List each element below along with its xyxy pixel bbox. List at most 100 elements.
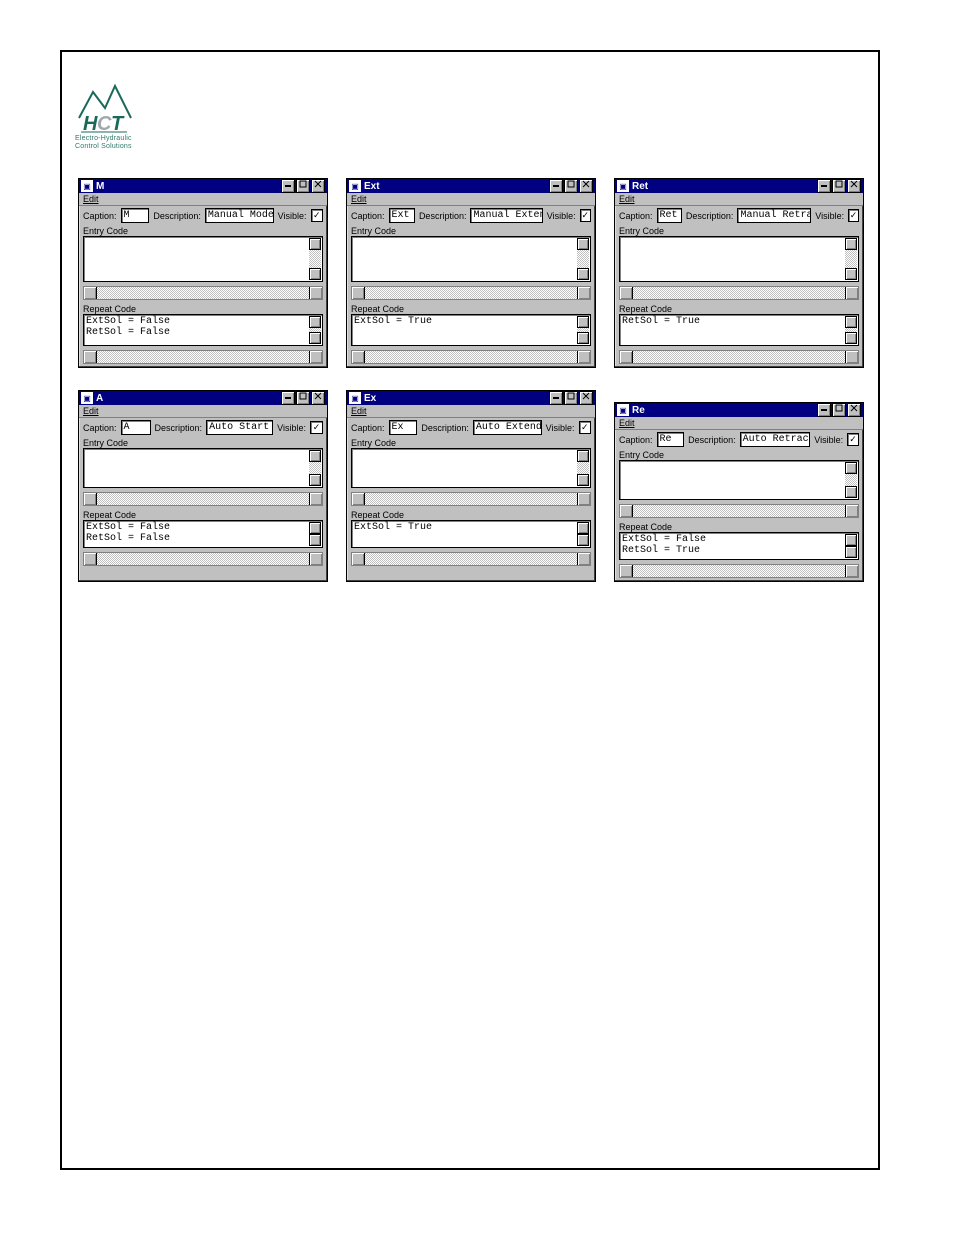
titlebar[interactable]: ▣Ext [347,179,595,193]
entry-code-textarea[interactable] [351,448,591,488]
description-input[interactable]: Auto Extend [473,420,542,435]
menubar: Edit [347,405,595,418]
maximize-button[interactable] [296,391,310,405]
description-label: Description: [419,211,467,221]
horizontal-scrollbar[interactable] [619,564,859,578]
visible-checkbox[interactable]: ✓ [847,433,859,446]
vertical-scrollbar[interactable] [845,534,857,558]
titlebar[interactable]: ▣A [79,391,327,405]
entry-code-textarea[interactable] [83,236,323,282]
close-button[interactable] [311,391,325,405]
repeat-code-textarea[interactable]: ExtSol = False RetSol = False [83,314,323,346]
caption-input[interactable]: Ret [657,208,682,223]
description-input[interactable]: Manual Retract [737,208,811,223]
window-title: A [96,393,280,404]
menu-edit[interactable]: Edit [619,418,635,428]
horizontal-scrollbar[interactable] [351,552,591,566]
entry-code-label: Entry Code [615,225,863,236]
visible-checkbox[interactable]: ✓ [311,209,323,222]
caption-input[interactable]: Re [657,432,685,447]
menu-edit[interactable]: Edit [351,194,367,204]
caption-input[interactable]: M [121,208,150,223]
maximize-button[interactable] [564,179,578,193]
repeat-code-textarea[interactable]: ExtSol = False RetSol = False [83,520,323,548]
vertical-scrollbar[interactable] [577,522,589,546]
vertical-scrollbar[interactable] [577,238,589,280]
vertical-scrollbar[interactable] [577,450,589,486]
entry-code-label: Entry Code [79,437,327,448]
vertical-scrollbar[interactable] [309,450,321,486]
horizontal-scrollbar[interactable] [83,552,323,566]
form-row: Caption:ExDescription:Auto ExtendVisible… [347,418,595,437]
visible-checkbox[interactable]: ✓ [848,209,859,222]
maximize-button[interactable] [832,403,846,417]
app-icon: ▣ [349,392,361,404]
repeat-code-textarea[interactable]: ExtSol = True [351,520,591,548]
maximize-button[interactable] [832,179,846,193]
description-input[interactable]: Manual Mode [205,208,274,223]
entry-code-textarea[interactable] [619,236,859,282]
caption-label: Caption: [351,211,385,221]
menubar: Edit [79,193,327,206]
horizontal-scrollbar[interactable] [619,350,859,364]
minimize-button[interactable] [549,179,563,193]
vertical-scrollbar[interactable] [309,316,321,344]
minimize-button[interactable] [549,391,563,405]
caption-input[interactable]: Ext [389,208,415,223]
caption-input[interactable]: Ex [389,420,418,435]
minimize-button[interactable] [817,403,831,417]
entry-code-textarea[interactable] [83,448,323,488]
horizontal-scrollbar[interactable] [351,350,591,364]
close-button[interactable] [311,179,325,193]
dialog-ret: ▣RetEditCaption:RetDescription:Manual Re… [614,178,864,368]
minimize-button[interactable] [817,179,831,193]
vertical-scrollbar[interactable] [577,316,589,344]
close-button[interactable] [847,179,861,193]
horizontal-scrollbar[interactable] [351,492,591,506]
caption-label: Caption: [351,423,385,433]
maximize-button[interactable] [564,391,578,405]
minimize-button[interactable] [281,391,295,405]
close-button[interactable] [579,179,593,193]
description-input[interactable]: Manual Extend [470,208,542,223]
horizontal-scrollbar[interactable] [619,286,859,300]
dialog-ex: ▣ExEditCaption:ExDescription:Auto Extend… [346,390,596,582]
description-label: Description: [686,211,734,221]
titlebar[interactable]: ▣Ret [615,179,863,193]
visible-checkbox[interactable]: ✓ [579,421,591,434]
horizontal-scrollbar[interactable] [351,286,591,300]
horizontal-scrollbar[interactable] [619,504,859,518]
dialog-ext: ▣ExtEdit Caption: Ext Description:Manual Ex… [346,178,596,368]
close-button[interactable] [847,403,861,417]
dialog-a: ▣AEditCaption:ADescription:Auto StartVis… [78,390,328,582]
vertical-scrollbar[interactable] [309,238,321,280]
vertical-scrollbar[interactable] [309,522,321,546]
description-input[interactable]: Auto Retract [740,432,811,447]
horizontal-scrollbar[interactable] [83,286,323,300]
titlebar[interactable]: ▣Ex [347,391,595,405]
entry-code-label: Entry Code [347,225,595,236]
repeat-code-textarea[interactable]: RetSol = True [619,314,859,346]
horizontal-scrollbar[interactable] [83,350,323,364]
minimize-button[interactable] [281,179,295,193]
repeat-code-textarea[interactable]: ExtSol = False RetSol = True [619,532,859,560]
repeat-code-textarea[interactable]: ExtSol = True [351,314,591,346]
vertical-scrollbar[interactable] [845,316,857,344]
maximize-button[interactable] [296,179,310,193]
vertical-scrollbar[interactable] [845,238,857,280]
menu-edit[interactable]: Edit [83,406,99,416]
caption-input[interactable]: A [121,420,151,435]
menu-edit[interactable]: Edit [83,194,99,204]
menu-edit[interactable]: Edit [619,194,635,204]
entry-code-textarea[interactable] [619,460,859,500]
titlebar[interactable]: ▣M [79,179,327,193]
titlebar[interactable]: ▣Re [615,403,863,417]
description-input[interactable]: Auto Start [206,420,273,435]
visible-checkbox[interactable]: ✓ [310,421,323,434]
visible-checkbox[interactable]: ✓ [580,209,591,222]
entry-code-textarea[interactable] [351,236,591,282]
close-button[interactable] [579,391,593,405]
horizontal-scrollbar[interactable] [83,492,323,506]
vertical-scrollbar[interactable] [845,462,857,498]
menu-edit[interactable]: Edit [351,406,367,416]
